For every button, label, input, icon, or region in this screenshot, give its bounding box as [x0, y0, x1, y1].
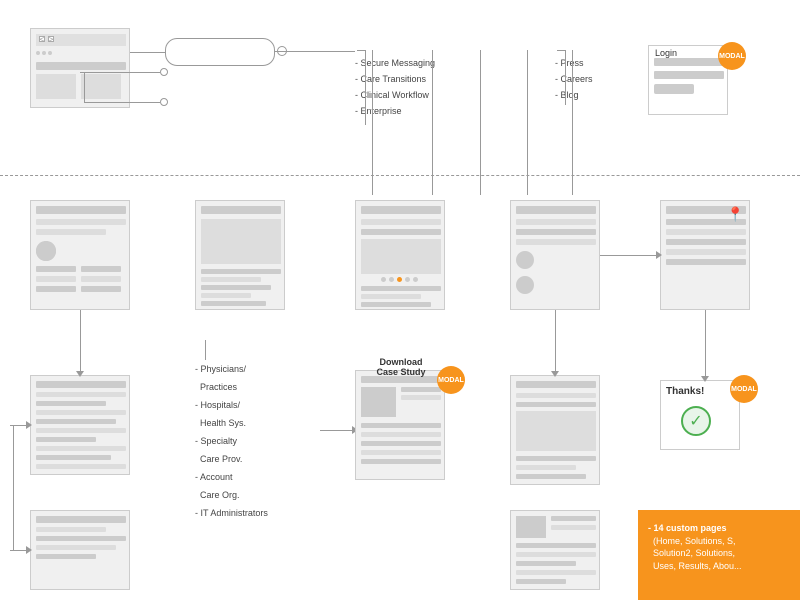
modal-badge-download: MODAL	[437, 366, 465, 394]
dropdown2-items: - Press - Careers - Blog	[555, 55, 593, 103]
login-box[interactable]: Login	[648, 45, 728, 115]
vline-contact	[572, 50, 573, 195]
vline-solutions-sm	[80, 310, 81, 375]
dd1-item3[interactable]: Clinical Workflow	[361, 90, 429, 100]
arrow-contact-thanks	[701, 376, 709, 382]
components-item-1: - 14 custom pages	[648, 522, 790, 535]
thanks-modal[interactable]: Thanks! ✓	[660, 380, 740, 450]
components-item-2: (Home, Solutions, S,	[648, 535, 790, 548]
vline-about	[527, 50, 528, 195]
modal-badge-login: MODAL	[718, 42, 746, 70]
vline-uses	[432, 50, 433, 195]
vline-contact-thanks	[705, 310, 706, 380]
usecases-dot	[160, 98, 168, 106]
arrowhead-left-ct	[26, 546, 32, 554]
thanks-checkmark: ✓	[681, 406, 711, 436]
section-divider	[0, 175, 800, 176]
care-transitions-page[interactable]	[30, 510, 130, 590]
line-intro	[80, 72, 160, 73]
uses-item-3[interactable]: Specialty Care Prov.	[195, 436, 242, 464]
dd1-vline	[365, 50, 366, 125]
components-item-3: Solution2, Solutions,	[648, 547, 790, 560]
line-home-mainnav	[130, 52, 165, 53]
line-usecases	[84, 102, 160, 103]
dd2-item3[interactable]: Blog	[561, 90, 579, 100]
home-page-box[interactable]: < >	[30, 28, 130, 108]
vline-sm-ct	[13, 425, 14, 550]
components-box: - 14 custom pages (Home, Solutions, S, S…	[638, 510, 800, 600]
arrow-solutions-sm	[76, 371, 84, 377]
uses-page[interactable]	[195, 200, 285, 310]
intro-dot	[160, 68, 168, 76]
main-nav-oval[interactable]	[165, 38, 275, 66]
line-v-usecases	[84, 72, 85, 102]
careers-page[interactable]	[510, 375, 600, 485]
download-modal[interactable]: DownloadCase Study	[355, 370, 445, 480]
solutions-page[interactable]	[30, 200, 130, 310]
about-page[interactable]	[510, 200, 600, 310]
uses-items-list: - Physicians/ Practices - Hospitals/ Hea…	[195, 360, 268, 522]
dropdown1-items: - Secure Messaging - Care Transitions - …	[355, 55, 435, 119]
dd1-item2[interactable]: Care Transitions	[361, 74, 427, 84]
arrow-about-careers	[551, 371, 559, 377]
vline-about-careers	[555, 310, 556, 375]
secure-messaging-page[interactable]	[30, 375, 130, 475]
vline-solutions	[372, 50, 373, 195]
arrow-head-about-contact	[656, 251, 662, 259]
dd1-top-line	[357, 50, 365, 51]
press-page[interactable]	[510, 510, 600, 590]
dd1-item4[interactable]: Enterprise	[361, 106, 402, 116]
results-page[interactable]	[355, 200, 445, 310]
uses-item-5[interactable]: IT Administrators	[201, 508, 268, 518]
dd2-top-line	[557, 50, 565, 51]
arrowhead-left-sm	[26, 421, 32, 429]
arrow-about-contact	[600, 255, 660, 256]
arrow-uses-download	[320, 430, 355, 431]
uses-item-4[interactable]: Account Care Org.	[195, 472, 240, 500]
modal-badge-thanks: MODAL	[730, 375, 758, 403]
components-item-4: Uses, Results, Abou...	[648, 560, 790, 573]
dd2-vline	[565, 50, 566, 105]
uses-item-1[interactable]: Physicians/ Practices	[195, 364, 246, 392]
uses-vline-top	[205, 340, 206, 360]
uses-item-2[interactable]: Hospitals/ Health Sys.	[195, 400, 246, 428]
contact-page[interactable]: 📍	[660, 200, 750, 310]
line-mainnav-nav	[275, 51, 355, 52]
vline-results	[480, 50, 481, 195]
